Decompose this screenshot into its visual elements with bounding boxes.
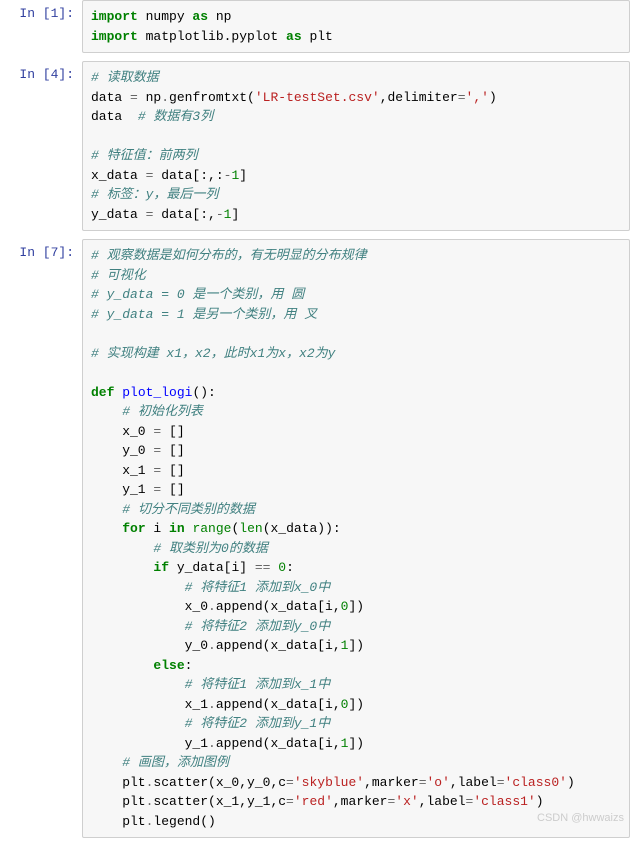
code-input-area[interactable]: # 观察数据是如何分布的，有无明显的分布规律 # 可视化 # y_data = … <box>82 239 630 838</box>
watermark: CSDN @hwwaizs <box>537 812 624 824</box>
code-cell: In [1]:import numpy as np import matplot… <box>0 0 630 53</box>
cell-prompt: In [4]: <box>0 61 82 231</box>
code-input-area[interactable]: import numpy as np import matplotlib.pyp… <box>82 0 630 53</box>
cell-prompt: In [7]: <box>0 239 82 838</box>
cell-prompt: In [1]: <box>0 0 82 53</box>
notebook-cells: In [1]:import numpy as np import matplot… <box>0 0 630 838</box>
code-cell: In [7]:# 观察数据是如何分布的，有无明显的分布规律 # 可视化 # y_… <box>0 239 630 838</box>
code-input-area[interactable]: # 读取数据 data = np.genfromtxt('LR-testSet.… <box>82 61 630 231</box>
code-cell: In [4]:# 读取数据 data = np.genfromtxt('LR-t… <box>0 61 630 231</box>
